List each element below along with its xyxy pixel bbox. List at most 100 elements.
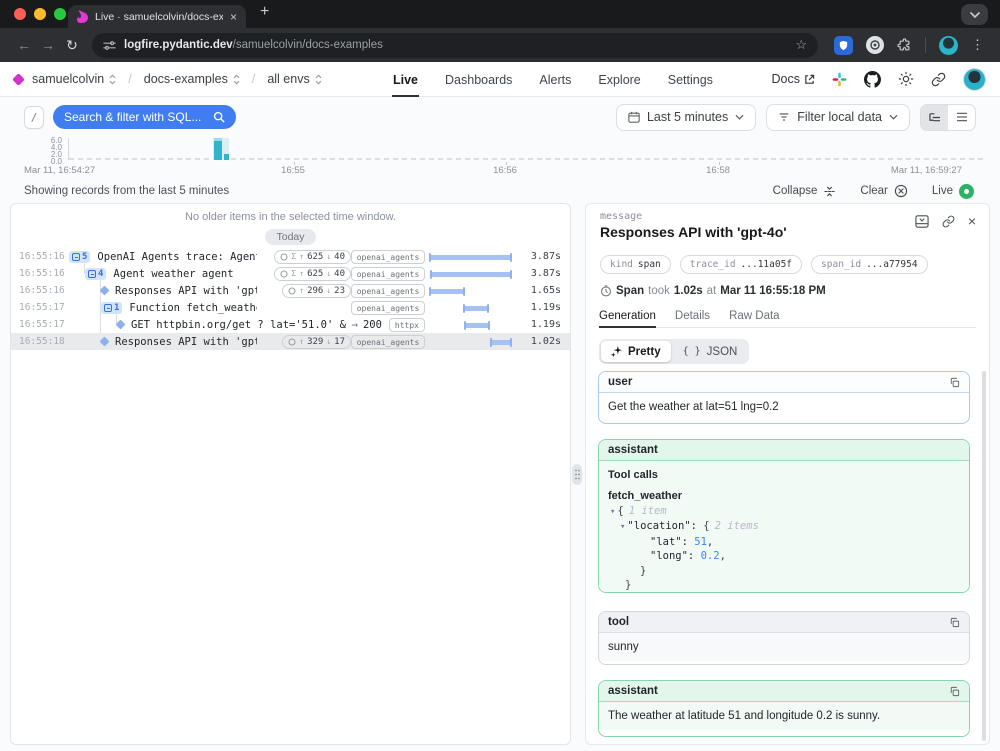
bookmark-star-icon[interactable]: ☆ (795, 37, 807, 53)
copy-icon[interactable] (949, 617, 960, 628)
token-usage-pill: Σ ↑625 ↓40 (274, 267, 351, 281)
trace-row-responses-api-2-selected[interactable]: 16:55:18 Responses API with 'gpt-4o' ↑32… (11, 333, 570, 350)
browser-menu-icon[interactable]: ⋮ (971, 37, 984, 53)
trace-row-http-get[interactable]: 16:55:17 GET httpbin.org/get ? lat='51.0… (11, 316, 570, 333)
scope-tag: openai_agents (351, 301, 426, 315)
duration-label: 1.65s (519, 285, 561, 296)
panel-scrollbar[interactable] (982, 371, 986, 741)
tab-details[interactable]: Details (675, 304, 710, 327)
dock-panel-icon[interactable] (915, 215, 929, 228)
live-toggle[interactable]: Live (932, 184, 974, 199)
share-link-icon[interactable] (931, 72, 946, 87)
project-selector[interactable]: docs-examples (144, 72, 228, 86)
expand-caret-icon[interactable]: ▾ (620, 522, 625, 532)
copy-icon[interactable] (949, 377, 960, 388)
nav-explore[interactable]: Explore (597, 62, 641, 97)
json-toggle-button[interactable]: { } JSON (673, 341, 748, 362)
forward-icon[interactable]: → (36, 37, 60, 53)
nav-alerts[interactable]: Alerts (538, 62, 572, 97)
histogram-bar[interactable] (214, 140, 222, 160)
tab-raw-data[interactable]: Raw Data (729, 304, 780, 327)
close-window-button[interactable] (14, 8, 26, 20)
scope-tag: openai_agents (351, 250, 426, 264)
records-histogram[interactable]: 6.0 4.0 2.0 0.0 Mar 11, 16:54:27 16:55 1… (0, 136, 1000, 180)
duration-label: 1.19s (519, 319, 561, 330)
duration-label: 3.87s (519, 268, 561, 279)
nav-dashboards[interactable]: Dashboards (444, 62, 513, 97)
clear-button[interactable]: Clear (860, 184, 907, 198)
slack-icon[interactable] (832, 72, 847, 87)
search-input[interactable]: Search & filter with SQL... (53, 105, 236, 129)
collapse-count-badge[interactable]: 4 (85, 268, 106, 280)
span-id-pill[interactable]: span_id...a77954 (811, 255, 928, 274)
sort-arrows-icon (109, 74, 116, 85)
trace-rows: 16:55:16 5 OpenAI Agents trace: Agent wo… (11, 248, 570, 350)
browser-titlebar: Live · samuelcolvin/docs-exa × + (0, 0, 1000, 28)
maximize-window-button[interactable] (54, 8, 66, 20)
scope-tag: openai_agents (351, 284, 426, 298)
trace-row-responses-api-1[interactable]: 16:55:16 Responses API with 'gpt-4o' ↑29… (11, 282, 570, 299)
collapse-count-badge[interactable]: 1 (101, 302, 122, 314)
extensions-puzzle-icon[interactable] (897, 38, 912, 53)
logfire-favicon (77, 10, 88, 23)
list-view-button[interactable] (948, 105, 975, 130)
trace-row-weather-agent[interactable]: 16:55:16 4 Agent weather agent Σ ↑625 ↓4… (11, 265, 570, 282)
address-bar[interactable]: logfire.pydantic.dev/samuelcolvin/docs-e… (92, 33, 818, 58)
trace-id-pill[interactable]: trace_id...11a05f (680, 255, 802, 274)
org-selector[interactable]: samuelcolvin (32, 72, 104, 86)
logfire-logo-icon (12, 73, 25, 86)
detail-title: Responses API with 'gpt-4o' (600, 224, 787, 240)
time-range-dropdown[interactable]: Last 5 minutes (616, 104, 756, 131)
expand-caret-icon[interactable]: ▾ (610, 507, 615, 517)
histogram-plot-area[interactable] (68, 138, 985, 160)
site-settings-icon[interactable] (103, 39, 116, 52)
new-tab-button[interactable]: + (260, 3, 269, 21)
docs-link[interactable]: Docs (772, 72, 815, 86)
filter-local-dropdown[interactable]: Filter local data (766, 104, 910, 131)
tree-view-button[interactable] (921, 105, 948, 130)
copy-icon[interactable] (949, 686, 960, 697)
filter-row: / Search & filter with SQL... Last 5 min… (0, 98, 1000, 136)
back-icon[interactable]: ← (12, 37, 36, 53)
collapse-count-badge[interactable]: 5 (69, 251, 90, 263)
browser-tab[interactable]: Live · samuelcolvin/docs-exa × (68, 5, 246, 28)
copy-link-icon[interactable] (942, 215, 955, 228)
trace-list-panel: No older items in the selected time wind… (10, 203, 571, 745)
env-selector[interactable]: all envs (267, 72, 309, 86)
tool-args-json-tree[interactable]: ▾{1 item ▾"location": {2 items "lat": 51… (608, 504, 960, 592)
duration-bar-track (429, 248, 519, 265)
extension-icon[interactable] (866, 36, 884, 54)
github-icon[interactable] (864, 71, 881, 88)
tab-close-icon[interactable]: × (230, 11, 237, 23)
detail-kicker: message (600, 211, 642, 222)
toolbar-divider (925, 37, 926, 53)
collapse-button[interactable]: Collapse (773, 185, 837, 198)
clear-circle-x-icon (894, 184, 908, 198)
user-avatar[interactable] (963, 68, 986, 91)
pretty-toggle-button[interactable]: Pretty (601, 341, 671, 362)
minimize-window-button[interactable] (34, 8, 46, 20)
panel-resize-handle[interactable] (572, 464, 582, 485)
tokens-out-icon: ↓ (326, 252, 331, 261)
trace-row-agent-workflow[interactable]: 16:55:16 5 OpenAI Agents trace: Agent wo… (11, 248, 570, 265)
nav-live[interactable]: Live (392, 62, 419, 97)
grip-dots-icon (575, 469, 580, 480)
bitwarden-extension-icon[interactable] (834, 36, 853, 55)
detail-tabs: Generation Details Raw Data (599, 304, 976, 328)
openai-icon (288, 338, 296, 346)
theme-sun-icon[interactable] (898, 71, 914, 87)
histogram-bar-small[interactable] (224, 154, 229, 160)
browser-profile-avatar[interactable] (939, 36, 958, 55)
nav-settings[interactable]: Settings (667, 62, 714, 97)
extension-icons: ⋮ (834, 36, 984, 55)
trace-row-fetch-weather[interactable]: 16:55:17 1 Function fetch_weather openai… (11, 299, 570, 316)
span-name: Agent weather agent (113, 268, 233, 280)
x-tick: 16:55 (281, 165, 305, 176)
reload-icon[interactable]: ↻ (60, 37, 84, 54)
token-usage-pill: Σ ↑625 ↓40 (274, 250, 351, 264)
duration-bar (430, 272, 512, 277)
tab-search-button[interactable] (961, 4, 988, 25)
tab-generation[interactable]: Generation (599, 304, 656, 327)
close-panel-icon[interactable]: × (968, 214, 976, 228)
empty-window-notice: No older items in the selected time wind… (11, 211, 570, 223)
